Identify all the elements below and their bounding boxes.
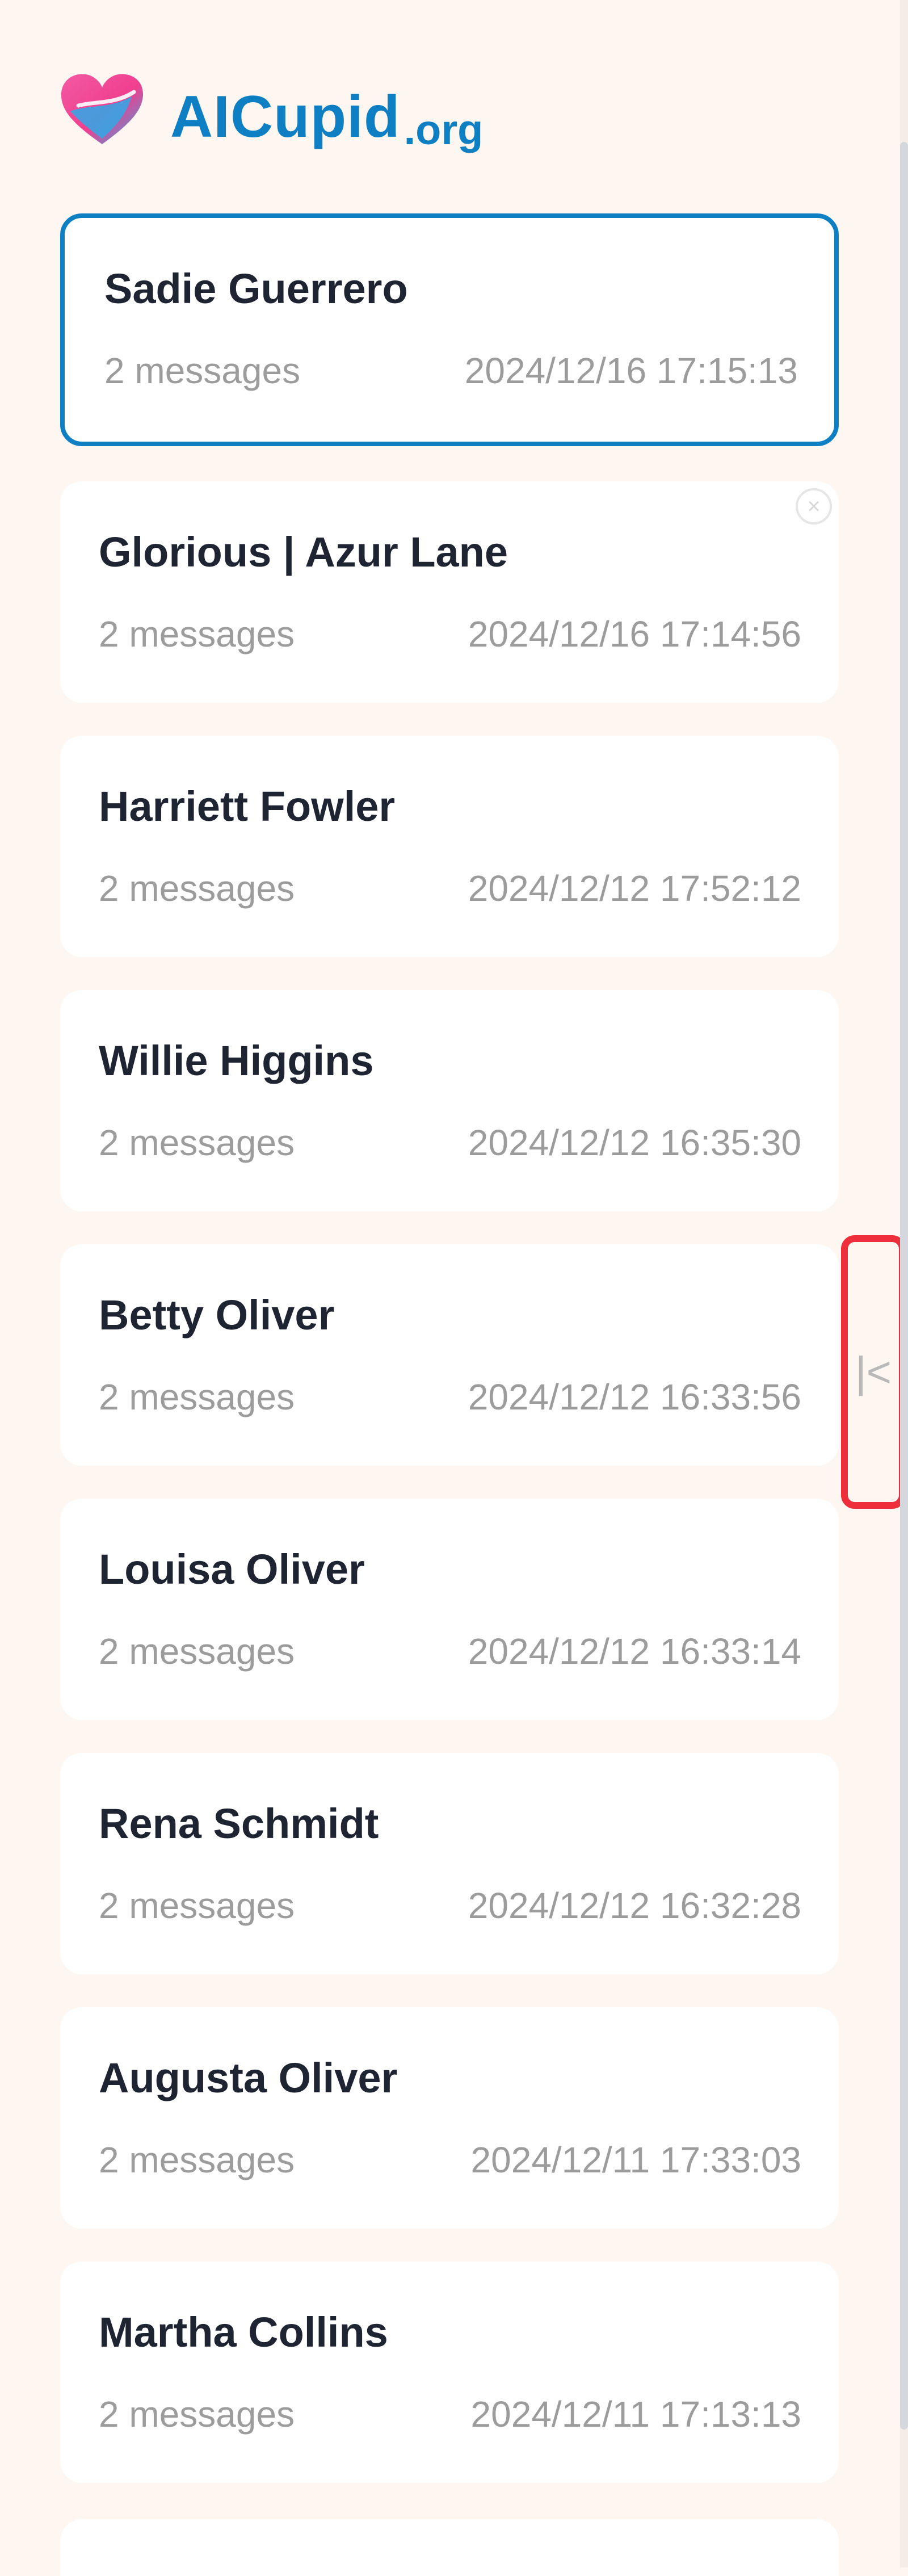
conversation-name: Rena Schmidt <box>99 1800 379 1847</box>
message-count: 2 messages <box>99 2139 295 2180</box>
conversation-card[interactable]: Augusta Oliver 2 messages 2024/12/11 17:… <box>60 2007 839 2229</box>
conversation-card[interactable]: × Glorious | Azur Lane 2 messages 2024/1… <box>60 481 839 703</box>
conversation-name: Augusta Oliver <box>99 2054 398 2101</box>
conversation-timestamp: 2024/12/11 17:33:03 <box>470 2139 801 2180</box>
conversation-timestamp: 2024/12/12 16:33:14 <box>468 1631 801 1672</box>
conversation-name: Martha Collins <box>99 2309 388 2356</box>
collapse-left-icon: |< <box>855 1348 892 1396</box>
conversation-card[interactable]: Rena Schmidt 2 messages 2024/12/12 16:32… <box>60 1753 839 1974</box>
conversation-name: Glorious | Azur Lane <box>99 528 508 576</box>
conversation-timestamp: 2024/12/12 16:33:56 <box>468 1377 801 1417</box>
heart-logo-icon <box>61 74 143 144</box>
conversation-name: Harriett Fowler <box>99 783 396 830</box>
message-count: 2 messages <box>99 1885 295 1926</box>
collapse-sidebar-button[interactable]: |< <box>841 1235 906 1509</box>
brand-logo[interactable]: AICupid .org <box>59 67 483 151</box>
message-count: 2 messages <box>99 1377 295 1417</box>
conversation-card[interactable]: Louisa Oliver 2 messages 2024/12/12 16:3… <box>60 1499 839 1720</box>
scrollbar-thumb[interactable] <box>900 142 908 2430</box>
conversation-timestamp: 2024/12/16 17:14:56 <box>468 614 801 655</box>
conversation-card[interactable]: Willie Higgins 2 messages 2024/12/12 16:… <box>60 990 839 1211</box>
conversation-sidebar: AICupid .org Sadie Guerrero 2 messages 2… <box>0 0 908 2576</box>
message-count: 2 messages <box>104 350 301 391</box>
conversation-timestamp: 2024/12/12 17:52:12 <box>468 868 801 909</box>
conversation-card[interactable]: Martha Collins 2 messages 2024/12/11 17:… <box>60 2262 839 2483</box>
conversation-name: Sadie Guerrero <box>104 265 408 312</box>
conversation-name: Willie Higgins <box>99 1037 374 1084</box>
conversation-card[interactable]: Betty Oliver 2 messages 2024/12/12 16:33… <box>60 1244 839 1466</box>
close-icon[interactable]: × <box>796 488 832 525</box>
message-count: 2 messages <box>99 1631 295 1672</box>
conversation-timestamp: 2024/12/12 16:35:30 <box>468 1122 801 1163</box>
brand-name: AICupid <box>170 84 401 150</box>
conversation-name: Louisa Oliver <box>99 1546 365 1593</box>
message-count: 2 messages <box>99 868 295 909</box>
message-count: 2 messages <box>99 2394 295 2435</box>
conversation-timestamp: 2024/12/16 17:15:13 <box>464 350 798 391</box>
conversation-name: Betty Oliver <box>99 1291 335 1339</box>
conversation-card-partial[interactable] <box>60 2519 839 2576</box>
message-count: 2 messages <box>99 1122 295 1163</box>
conversation-card[interactable]: Harriett Fowler 2 messages 2024/12/12 17… <box>60 736 839 957</box>
conversation-timestamp: 2024/12/12 16:32:28 <box>468 1885 801 1926</box>
message-count: 2 messages <box>99 614 295 655</box>
brand-suffix: .org <box>403 106 484 153</box>
conversation-timestamp: 2024/12/11 17:13:13 <box>470 2394 801 2435</box>
conversation-card-active[interactable]: Sadie Guerrero 2 messages 2024/12/16 17:… <box>60 213 839 446</box>
